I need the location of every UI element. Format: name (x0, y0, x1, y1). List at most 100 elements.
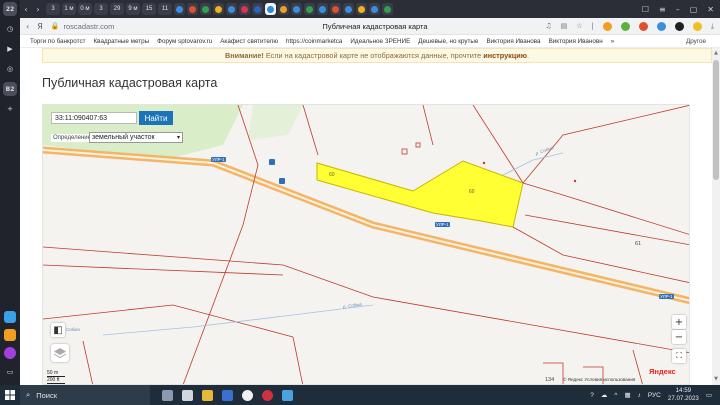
tab-favicon-icon[interactable] (200, 3, 211, 15)
volume-icon[interactable]: ♪ (638, 392, 641, 399)
bookmarks-other[interactable]: Другое (686, 38, 706, 45)
bookmark-item[interactable]: Дешевые, но крутые (418, 38, 478, 45)
tab-favicon-icon[interactable] (317, 3, 328, 15)
bookmark-item[interactable]: https://coinmarketca (286, 38, 342, 45)
tab-favicon-icon[interactable] (239, 3, 250, 15)
add-icon[interactable]: + (3, 102, 17, 116)
zoom-out-button[interactable]: − (672, 330, 686, 344)
bookmark-item[interactable]: Виктория Иванова (486, 38, 540, 45)
poi-icon[interactable] (279, 178, 285, 184)
tab-favicon-icon[interactable] (356, 3, 367, 15)
clock[interactable]: 14:59 27.07.2023 (668, 387, 699, 403)
bookmark-item[interactable]: Форум sptovarov.ru (157, 38, 212, 45)
extension-icon[interactable] (674, 21, 684, 31)
bookmark-item[interactable]: Квадратные метры (94, 38, 150, 45)
zoom-in-button[interactable]: + (672, 315, 686, 329)
windows-start-icon[interactable] (0, 390, 20, 400)
extension-icon[interactable] (692, 21, 702, 31)
network-icon[interactable]: ▦ (624, 391, 630, 399)
play-icon[interactable]: ▶ (3, 42, 17, 56)
notifications-icon[interactable]: ▭ (706, 391, 712, 399)
extension-icon[interactable] (602, 21, 612, 31)
tray-expand-icon[interactable]: ^ (614, 392, 617, 399)
reader-icon[interactable]: ▤ (561, 22, 568, 30)
tab-favicon-icon[interactable] (382, 3, 393, 15)
help-icon[interactable]: ? (590, 392, 594, 399)
app-icon[interactable] (282, 389, 293, 401)
star-icon[interactable]: ☆ (576, 22, 582, 30)
tab-favicon-icon[interactable] (187, 3, 198, 15)
tab-favicon-icon[interactable] (174, 3, 185, 15)
tab-item[interactable]: 3 (94, 3, 108, 15)
yandex-home-icon[interactable]: Я (37, 22, 43, 31)
tab-active-favicon-icon[interactable] (265, 3, 276, 15)
layers-icon[interactable] (51, 344, 69, 362)
file-explorer-icon[interactable] (202, 389, 213, 401)
headphones-icon[interactable]: ♫ (545, 22, 551, 30)
extension-icon[interactable] (656, 21, 666, 31)
bookmark-item[interactable]: Торги по банкротст (30, 38, 86, 45)
sidebar-badge-top[interactable]: 22 (3, 2, 17, 16)
url-field[interactable]: 🔒 roscadastr.com (51, 22, 231, 31)
close-icon[interactable]: ✕ (707, 5, 714, 14)
mail-icon[interactable] (4, 329, 16, 341)
tab-item[interactable]: 9 м (126, 3, 140, 15)
alice-icon[interactable] (4, 347, 16, 359)
tab-favicon-icon[interactable] (252, 3, 263, 15)
scroll-thumb[interactable] (713, 60, 719, 180)
scroll-down-icon[interactable]: ▼ (713, 376, 719, 382)
opera-icon[interactable] (262, 389, 273, 401)
tab-favicon-icon[interactable] (304, 3, 315, 15)
expand-icon[interactable]: ⛶ (672, 349, 686, 363)
tab-item[interactable]: 0 м (78, 3, 92, 15)
tab-item[interactable]: 29 (110, 3, 124, 15)
cadastral-map[interactable]: Найти Определение земельный участок ▾ 60… (42, 104, 690, 385)
tab-item[interactable]: 11 (158, 3, 172, 15)
tab-favicon-icon[interactable] (330, 3, 341, 15)
scroll-up-icon[interactable]: ▲ (713, 50, 719, 56)
maximize-icon[interactable]: ▢ (690, 5, 698, 14)
taskbar-search[interactable]: ⌕ Поиск (20, 385, 150, 405)
map-canvas[interactable] (43, 105, 690, 385)
language-indicator[interactable]: РУС (648, 392, 661, 399)
sidebar-badge-mid[interactable]: B2 (3, 82, 17, 96)
definition-select[interactable]: земельный участок ▾ (89, 132, 183, 143)
tab-favicon-icon[interactable] (213, 3, 224, 15)
bookmark-item[interactable]: Виктория Ивановн (549, 38, 603, 45)
yandex-browser-icon[interactable] (242, 389, 253, 401)
circle-icon[interactable]: ◎ (3, 62, 17, 76)
instruction-link[interactable]: инструкцию (483, 51, 527, 60)
map-copyright[interactable]: © Яндекс Условия использования (563, 377, 635, 382)
tab-favicon-icon[interactable] (369, 3, 380, 15)
widget-icon[interactable] (162, 389, 173, 401)
tab-scroll-right-icon[interactable]: › (32, 5, 44, 14)
extension-icon[interactable] (620, 21, 630, 31)
tab-item[interactable]: 3 (46, 3, 60, 15)
apps-grid-icon[interactable] (4, 311, 16, 323)
tab-favicon-icon[interactable] (278, 3, 289, 15)
download-icon[interactable]: ⤓ (711, 22, 714, 31)
task-view-icon[interactable] (182, 389, 193, 401)
menu-icon[interactable]: ≡ (659, 5, 666, 14)
bookmark-item[interactable]: Акафист святителю (220, 38, 278, 45)
tab-favicon-icon[interactable] (291, 3, 302, 15)
cadastral-number-input[interactable] (51, 112, 137, 124)
tab-scroll-left-icon[interactable]: ‹ (20, 5, 32, 14)
poi-icon[interactable] (269, 159, 275, 165)
find-button[interactable]: Найти (139, 111, 173, 125)
back-icon[interactable]: ‹ (26, 22, 29, 31)
fullscreen-toggle-icon[interactable]: ◧ (51, 323, 65, 337)
history-icon[interactable]: ◷ (3, 22, 17, 36)
bookmark-icon[interactable]: ☐ (642, 5, 649, 14)
page-scrollbar[interactable]: ▲ ▼ (712, 48, 720, 385)
extension-icon[interactable] (638, 21, 648, 31)
tab-favicon-icon[interactable] (226, 3, 237, 15)
tab-item[interactable]: 15 (142, 3, 156, 15)
bookmark-item[interactable]: Идеальное ЗРЕНИЕ (350, 38, 410, 45)
tab-item[interactable]: 1 м (62, 3, 76, 15)
weather-icon[interactable]: ☁ (601, 391, 608, 399)
minimize-icon[interactable]: – (676, 5, 680, 14)
mail-app-icon[interactable] (222, 389, 233, 401)
tab-favicon-icon[interactable] (343, 3, 354, 15)
bookmarks-more[interactable]: » (611, 38, 615, 45)
